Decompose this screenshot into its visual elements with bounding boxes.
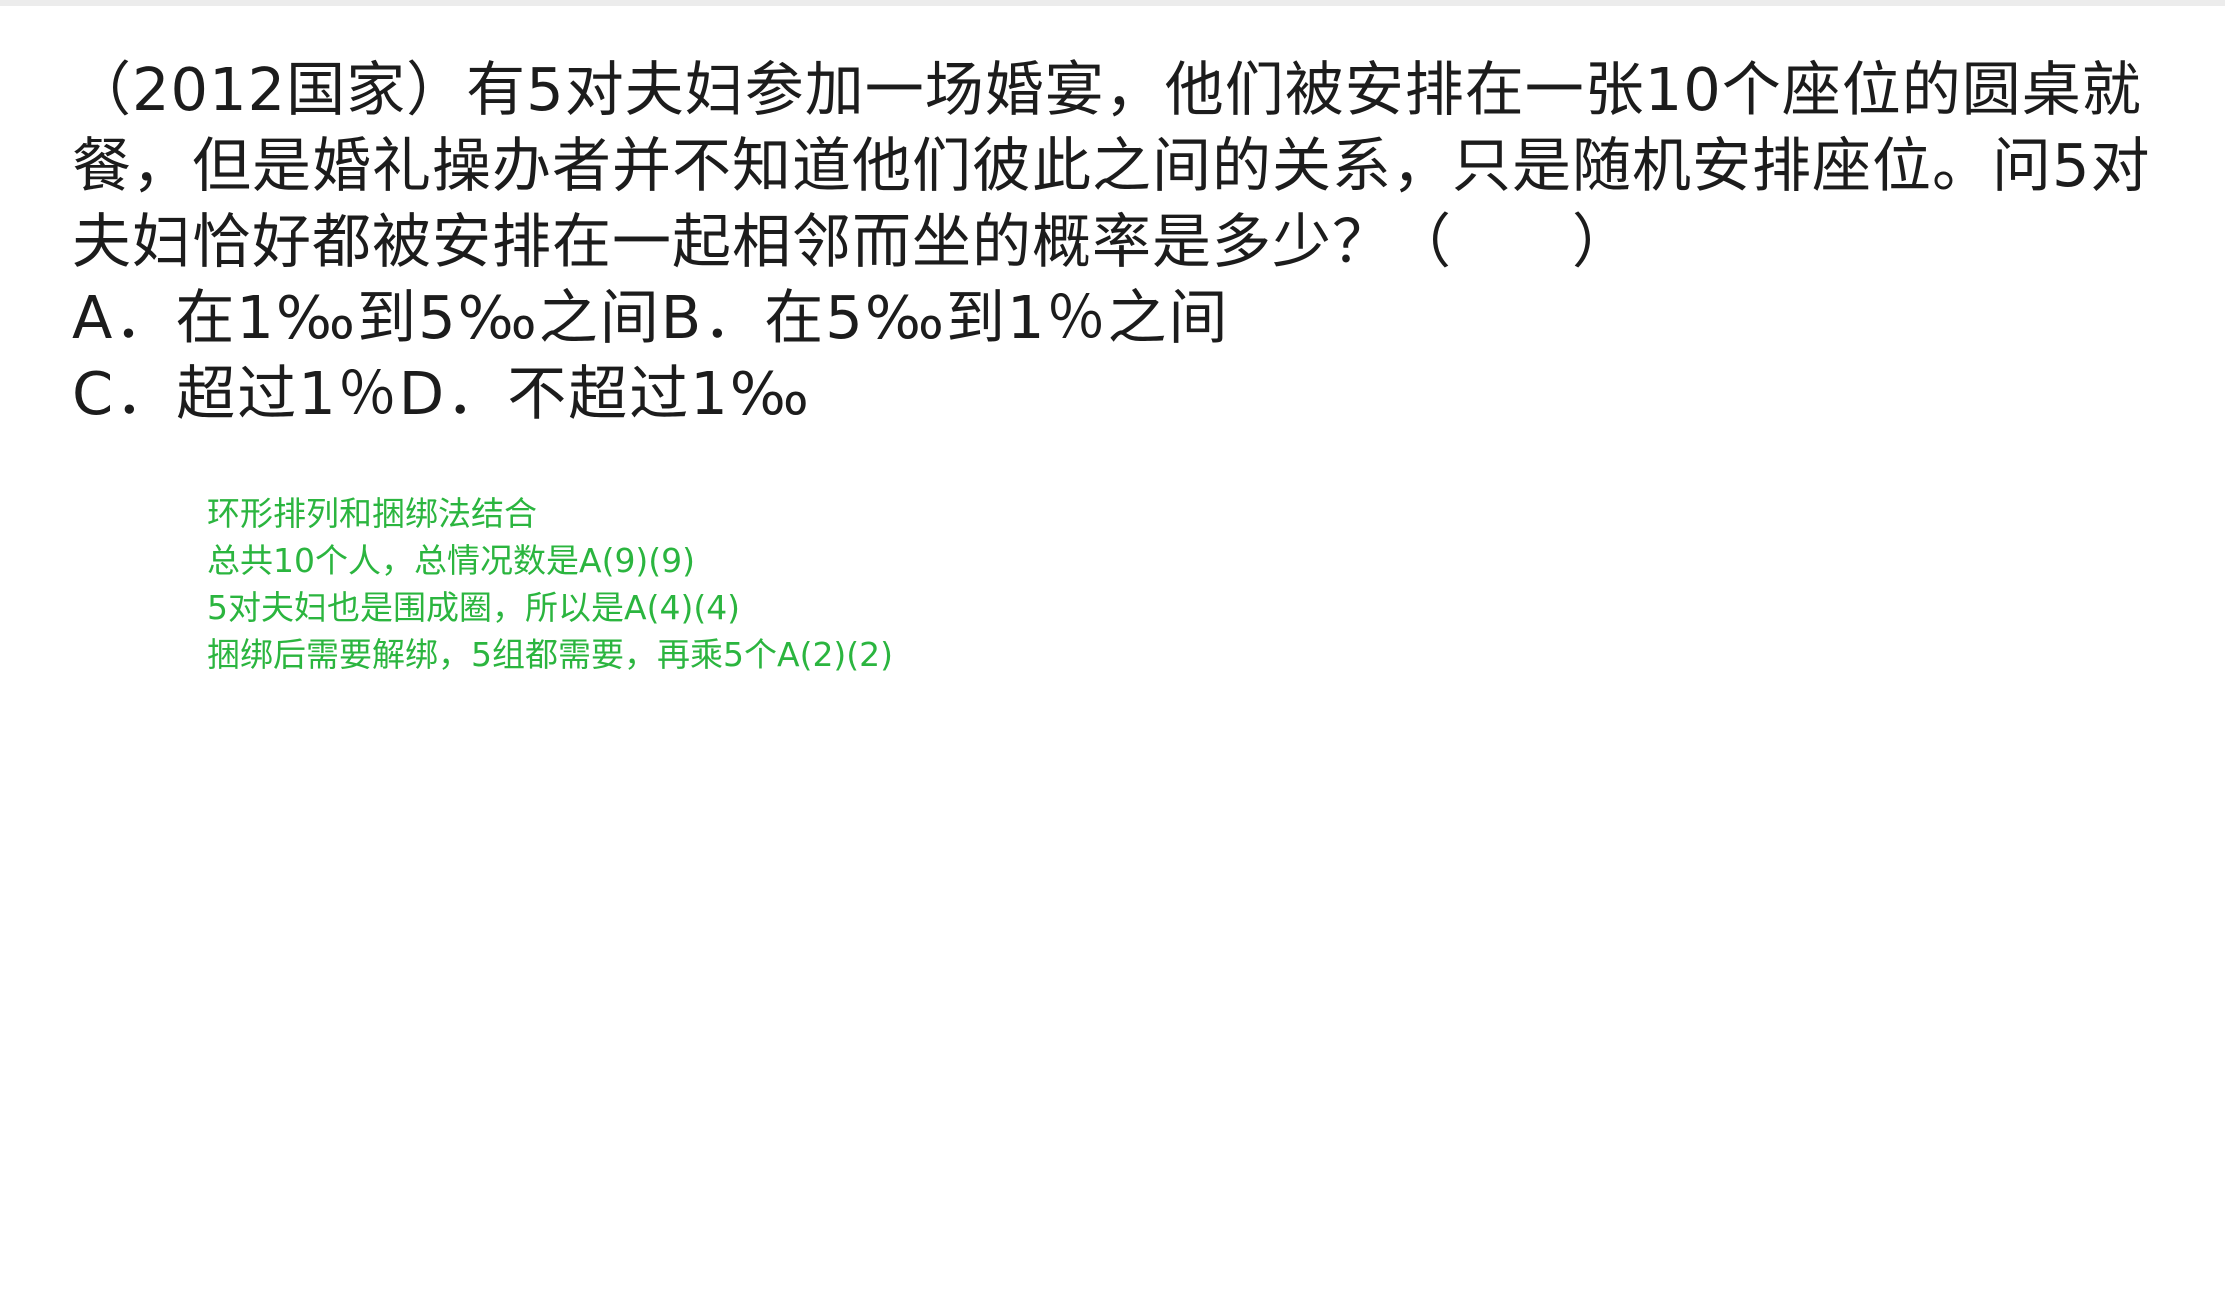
option-b-label: B． [660, 283, 765, 352]
option-d-label: D． [398, 359, 508, 428]
option-c-text: 超过1％ [176, 359, 399, 428]
options-row-ab: A．在1‰到5‰之间B．在5‰到1％之间 [72, 280, 2152, 356]
top-divider [0, 0, 2225, 6]
question-block: （2012国家）有5对夫妇参加一场婚宴，他们被安排在一张10个座位的圆桌就餐，但… [72, 52, 2152, 432]
options-row-cd: C．超过1％D．不超过1‰ [72, 356, 2152, 432]
option-a-text: 在1‰到5‰之间 [175, 283, 661, 352]
option-c-label: C． [72, 359, 177, 428]
note-line: 捆绑后需要解绑，5组都需要，再乘5个A(2)(2) [207, 635, 894, 674]
solution-notes: 环形排列和捆绑法结合 总共10个人，总情况数是A(9)(9) 5对夫妇也是围成圈… [207, 490, 893, 678]
option-a-label: A． [72, 283, 176, 352]
question-stem: （2012国家）有5对夫妇参加一场婚宴，他们被安排在一张10个座位的圆桌就餐，但… [72, 55, 2151, 276]
note-line: 环形排列和捆绑法结合 [207, 494, 537, 533]
option-d-text: 不超过1‰ [507, 359, 811, 428]
note-line: 总共10个人，总情况数是A(9)(9) [207, 541, 696, 580]
option-b-text: 在5‰到1％之间 [764, 283, 1230, 352]
note-line: 5对夫妇也是围成圈，所以是A(4)(4) [207, 588, 741, 627]
